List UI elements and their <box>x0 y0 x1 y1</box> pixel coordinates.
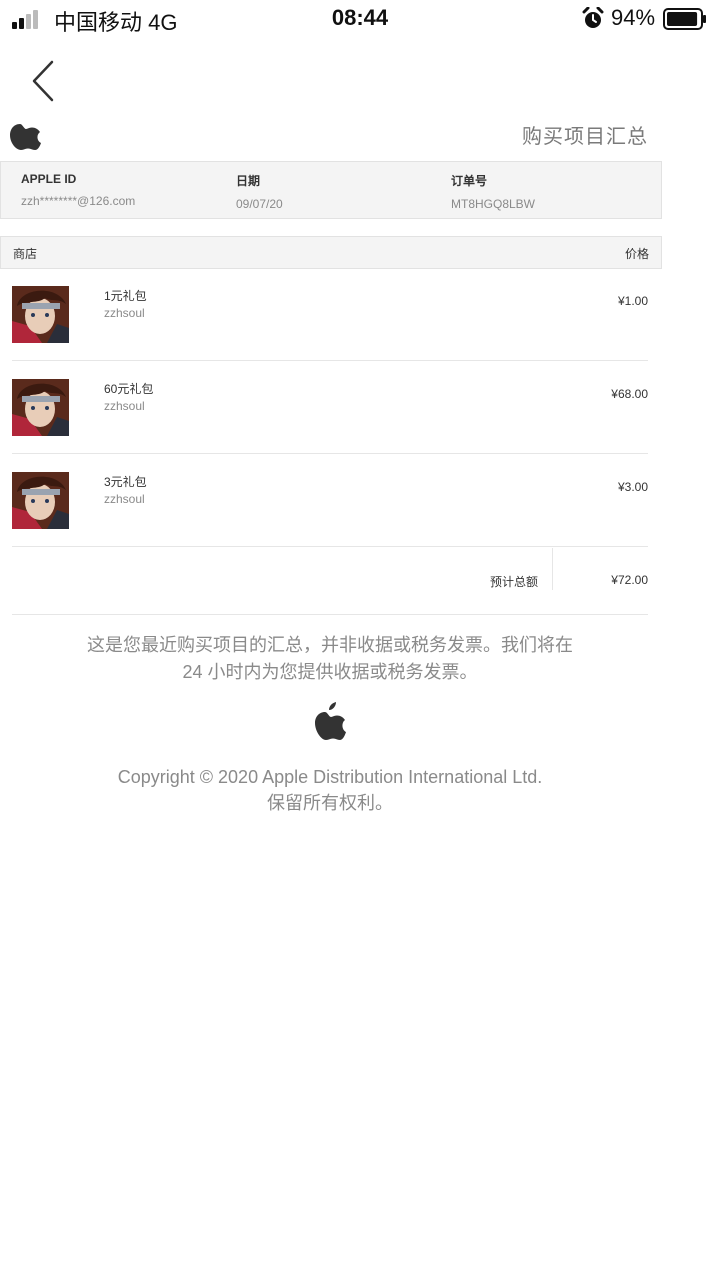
game-app-icon <box>12 379 69 436</box>
store-table-header: 商店 价格 <box>0 236 662 269</box>
page-title: 购买项目汇总 <box>522 126 648 148</box>
total-value: ¥72.00 <box>611 573 648 587</box>
date-label: 日期 <box>236 174 261 188</box>
item-price: ¥3.00 <box>617 480 648 494</box>
date-field: 日期 09/07/20 <box>236 172 283 211</box>
item-name: 60元礼包 <box>104 382 154 396</box>
chevron-left-icon <box>32 60 54 102</box>
apple-id-value: zzh********@126.com <box>21 194 136 208</box>
disclaimer-text: 这是您最近购买项目的汇总，并非收据或税务发票。我们将在 24 小时内为您提供收据… <box>60 632 600 686</box>
item-seller: zzhsoul <box>104 399 145 413</box>
purchase-item-row[interactable]: 60元礼包 zzhsoul ¥68.00 <box>12 361 648 454</box>
disclaimer-line: 这是您最近购买项目的汇总，并非收据或税务发票。我们将在 <box>87 635 573 655</box>
apple-id-label: APPLE ID <box>21 172 77 186</box>
date-value: 09/07/20 <box>236 197 283 211</box>
copyright-line: 保留所有权利。 <box>267 793 393 813</box>
order-info-box: APPLE ID zzh********@126.com 日期 09/07/20… <box>0 161 662 219</box>
purchase-item-row[interactable]: 3元礼包 zzhsoul ¥3.00 <box>12 454 648 547</box>
game-app-icon <box>12 472 69 529</box>
item-seller: zzhsoul <box>104 306 145 320</box>
apple-id-field: APPLE ID zzh********@126.com <box>21 172 135 208</box>
order-number-label: 订单号 <box>451 174 488 188</box>
item-seller: zzhsoul <box>104 492 145 506</box>
apple-logo-icon <box>315 702 346 740</box>
divider <box>552 548 553 590</box>
battery-icon <box>663 8 706 30</box>
purchase-item-row[interactable]: 1元礼包 zzhsoul ¥1.00 <box>12 268 648 361</box>
apple-logo-icon <box>10 124 41 150</box>
disclaimer-line: 24 小时内为您提供收据或税务发票。 <box>182 662 478 682</box>
total-label: 预计总额 <box>489 575 538 589</box>
price-column-label: 价格 <box>624 247 649 261</box>
store-column-label: 商店 <box>13 247 38 261</box>
copyright-line: Copyright © 2020 Apple Distribution Inte… <box>117 767 543 787</box>
alarm-clock-icon <box>582 7 604 28</box>
status-bar: 中国移动 4G 08:44 94% <box>0 0 720 40</box>
item-price: ¥68.00 <box>611 387 648 401</box>
game-app-icon <box>12 286 69 343</box>
item-price: ¥1.00 <box>617 294 648 308</box>
copyright-text: Copyright © 2020 Apple Distribution Inte… <box>60 764 600 816</box>
order-number-value: MT8HGQ8LBW <box>451 197 536 211</box>
battery-percent: 94% <box>611 5 656 30</box>
back-button[interactable] <box>28 58 62 104</box>
order-number-field: 订单号 MT8HGQ8LBW <box>451 172 535 211</box>
item-name: 3元礼包 <box>104 475 147 489</box>
item-name: 1元礼包 <box>104 289 147 303</box>
total-row: 预计总额 ¥72.00 <box>12 548 648 615</box>
